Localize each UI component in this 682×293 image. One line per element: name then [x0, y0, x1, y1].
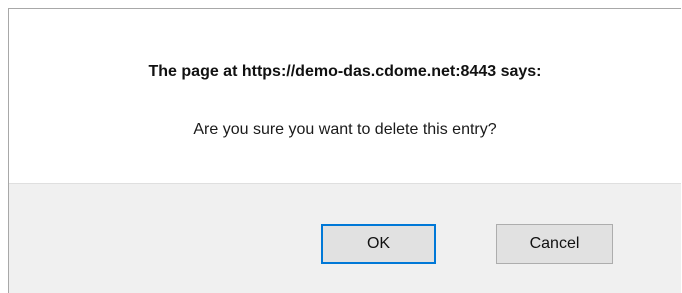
confirm-dialog: The page at https://demo-das.cdome.net:8…	[8, 8, 681, 293]
dialog-footer: OK Cancel	[9, 183, 681, 293]
cancel-button[interactable]: Cancel	[496, 224, 613, 264]
dialog-title: The page at https://demo-das.cdome.net:8…	[148, 63, 542, 80]
ok-button[interactable]: OK	[321, 224, 436, 264]
dialog-content: The page at https://demo-das.cdome.net:8…	[9, 9, 681, 183]
dialog-message: Are you sure you want to delete this ent…	[193, 121, 497, 138]
